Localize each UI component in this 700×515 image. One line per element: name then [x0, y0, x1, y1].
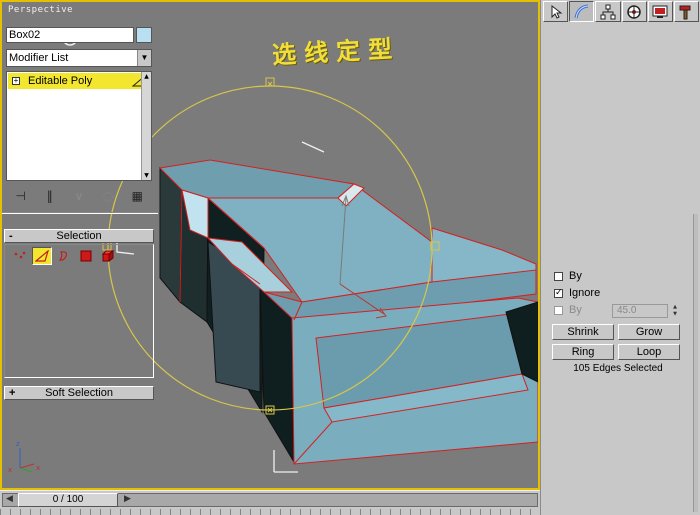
vertex-icon [14, 251, 26, 259]
object-color-swatch[interactable] [136, 27, 152, 43]
soft-selection-rollout-header[interactable]: + Soft Selection [4, 386, 154, 400]
expand-plus-icon: + [9, 387, 16, 399]
svg-text:x: x [8, 466, 12, 474]
border-level-button[interactable] [54, 247, 74, 265]
edge-level-button[interactable] [32, 247, 52, 265]
edge-icon [35, 250, 49, 262]
annotation-text: 选线定型 [271, 33, 401, 70]
modifier-list-label: Modifier List [9, 52, 69, 64]
frame-ruler[interactable] [0, 509, 540, 515]
soft-selection-rollout-title: Soft Selection [45, 387, 113, 399]
hammer-icon [679, 5, 691, 19]
tab-hierarchy[interactable] [595, 1, 621, 22]
stack-item-label: Editable Poly [28, 75, 93, 87]
axis-tripod-icon: x z x [8, 440, 40, 474]
tab-display[interactable] [647, 1, 673, 22]
ignore-backfacing-checkbox[interactable]: ✓ [554, 289, 563, 298]
selection-rollout-header[interactable]: - Selection [4, 229, 154, 243]
hierarchy-icon [600, 4, 616, 19]
by-angle-checkbox[interactable] [554, 306, 563, 315]
time-slider-bar: ◀ 0 / 100 ▶ [0, 490, 540, 515]
tab-motion[interactable] [621, 1, 647, 22]
by-vertex-label: By [569, 270, 582, 282]
loop-button[interactable]: Loop [618, 344, 680, 360]
command-panel [540, 0, 700, 515]
chevron-down-icon[interactable]: ▼ [137, 50, 151, 66]
subobject-level-buttons [10, 247, 118, 265]
remove-modifier-icon[interactable]: ◌ [99, 187, 117, 205]
panel-scrollbar[interactable] [693, 214, 698, 512]
viewport-label[interactable]: Perspective [8, 5, 73, 15]
angle-spinner[interactable]: ▲ ▼ [670, 304, 680, 318]
svg-text:z: z [16, 440, 20, 448]
configure-sets-icon[interactable]: ▦ [128, 187, 146, 205]
shrink-button[interactable]: Shrink [552, 324, 614, 340]
cursor-arrow-icon [551, 4, 563, 19]
make-unique-icon[interactable]: ∨ [70, 187, 88, 205]
selection-rollout-title: Selection [56, 230, 102, 242]
command-panel-tabs [543, 1, 700, 22]
scroll-up-icon[interactable]: ▲ [142, 72, 151, 81]
time-next-arrow-icon[interactable]: ▶ [124, 494, 131, 504]
display-monitor-icon [652, 5, 668, 18]
expand-plus-icon[interactable]: + [12, 77, 20, 85]
angle-threshold-field[interactable]: 45.0 [612, 304, 668, 318]
svg-text:x: x [36, 464, 40, 472]
modifier-stack[interactable]: + Editable Poly ▲ ▼ [6, 71, 152, 181]
object-name-field[interactable]: Box02 [6, 27, 134, 43]
tab-create[interactable] [543, 1, 569, 22]
stack-scrollbar[interactable]: ▲ ▼ [141, 72, 151, 180]
time-prev-arrow-icon[interactable]: ◀ [6, 494, 13, 504]
modify-arc-icon [574, 4, 588, 18]
stack-toolbar: ⊣ ‖ ∨ ◌ ▦ [6, 186, 152, 206]
selection-status: 105 Edges Selected [573, 363, 663, 374]
ring-button[interactable]: Ring [552, 344, 614, 360]
tab-utilities[interactable] [673, 1, 700, 22]
border-icon [58, 251, 68, 261]
pin-stack-icon[interactable]: ⊣ [12, 187, 30, 205]
polygon-level-button[interactable] [76, 247, 96, 265]
element-level-button[interactable] [98, 247, 118, 265]
show-end-result-icon[interactable]: ‖ [41, 187, 59, 205]
scroll-down-icon[interactable]: ▼ [142, 171, 151, 180]
polygon-icon [80, 250, 92, 262]
vertex-level-button[interactable] [10, 247, 30, 265]
collapse-minus-icon: - [9, 230, 13, 242]
panel-divider [2, 212, 158, 214]
motion-wheel-icon [627, 4, 641, 19]
ignore-backfacing-label: Ignore [569, 287, 601, 299]
by-vertex-checkbox[interactable] [554, 272, 563, 281]
element-cube-icon [101, 250, 115, 262]
time-slider-thumb[interactable]: 0 / 100 [18, 493, 118, 507]
modifier-list-dropdown[interactable]: Modifier List ▼ [6, 49, 152, 67]
grow-button[interactable]: Grow [618, 324, 680, 340]
by-angle-label: By [569, 304, 582, 316]
stack-item-editable-poly[interactable]: + Editable Poly [8, 73, 150, 89]
tab-modify[interactable] [569, 1, 595, 22]
